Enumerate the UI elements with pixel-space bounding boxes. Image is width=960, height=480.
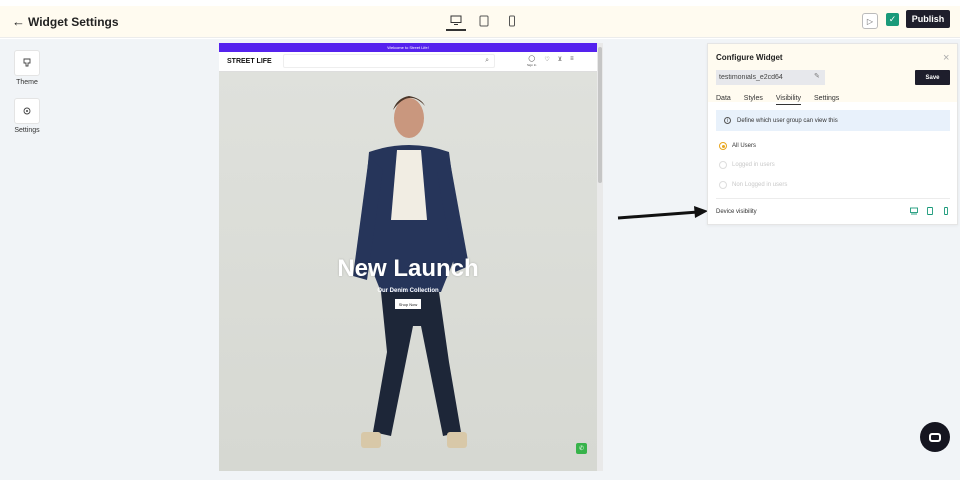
divider <box>716 198 950 199</box>
tab-visibility[interactable]: Visibility <box>775 95 802 105</box>
tablet-view-button[interactable] <box>474 11 494 31</box>
search-icon: ⌕ <box>485 57 489 64</box>
sign-in-link[interactable]: ◯ Sign In <box>527 56 536 68</box>
heart-icon[interactable]: ♡ <box>544 56 549 68</box>
info-text: Define which user group can view this <box>737 117 838 124</box>
desktop-view-button[interactable] <box>446 11 466 31</box>
device-visibility-toggles <box>910 207 950 215</box>
publish-button[interactable]: Publish <box>906 10 950 28</box>
sign-in-label: Sign In <box>527 63 537 67</box>
radio-all-users[interactable]: All Users <box>719 142 756 150</box>
preview-play-button[interactable]: ▷ <box>862 13 878 29</box>
desktop-icon <box>450 15 462 25</box>
settings-tool-label: Settings <box>14 127 40 134</box>
mobile-icon[interactable] <box>942 207 950 215</box>
chat-button[interactable] <box>920 422 950 452</box>
announcement-bar: Welcome to Street Life! <box>219 43 597 52</box>
tab-settings[interactable]: Settings <box>814 95 839 105</box>
mobile-view-button[interactable] <box>502 11 522 31</box>
radio-logged-in-users[interactable]: Logged in users <box>719 161 775 169</box>
hero-title: New Launch <box>337 255 479 282</box>
radio-label: Non Logged in users <box>732 182 788 188</box>
pencil-icon[interactable]: ✎ <box>814 72 820 80</box>
hero-subtitle: Our Denim Collection <box>377 288 439 294</box>
preview-scrollbar[interactable] <box>597 43 603 471</box>
settings-tool-button[interactable] <box>14 98 40 124</box>
page-title: Widget Settings <box>28 15 119 29</box>
store-search-bar[interactable]: ⌕ <box>283 54 495 68</box>
tab-styles[interactable]: Styles <box>744 95 763 105</box>
theme-tool-label: Theme <box>16 79 38 86</box>
radio-icon <box>719 161 727 169</box>
play-icon: ▷ <box>866 16 874 26</box>
widget-name-field[interactable] <box>716 70 825 85</box>
site-preview[interactable]: Welcome to Street Life! STREET LIFE ⌕ ◯ … <box>219 43 597 471</box>
radio-label: Logged in users <box>732 162 775 168</box>
top-bar: ← Widget Settings ▷ ✓ Publish <box>0 6 960 38</box>
configure-widget-panel: Configure Widget × ✎ Save Data Styles Vi… <box>707 43 958 225</box>
info-banner: i Define which user group can view this <box>716 110 950 131</box>
device-switcher <box>446 11 522 31</box>
cart-icon[interactable]: ⊻ <box>558 56 562 68</box>
info-icon: i <box>724 117 731 124</box>
annotation-arrow-icon <box>617 206 708 220</box>
mobile-icon <box>509 15 515 27</box>
chat-icon <box>929 432 941 442</box>
brush-icon <box>23 58 31 67</box>
panel-title: Configure Widget <box>716 53 783 62</box>
radio-label: All Users <box>732 143 757 149</box>
shop-now-button[interactable]: Shop Now <box>395 299 421 309</box>
store-header: STREET LIFE ⌕ ◯ Sign In ♡ ⊻ ≡ <box>219 52 597 72</box>
store-logo[interactable]: STREET LIFE <box>227 58 272 65</box>
menu-icon[interactable]: ≡ <box>570 56 574 68</box>
theme-tool-button[interactable] <box>14 50 40 76</box>
desktop-icon[interactable] <box>910 207 918 215</box>
back-arrow-icon[interactable]: ← <box>12 14 25 29</box>
save-button[interactable]: Save <box>915 70 950 85</box>
radio-icon <box>719 181 727 189</box>
store-header-icons: ◯ Sign In ♡ ⊻ ≡ <box>527 56 574 68</box>
tab-data[interactable]: Data <box>716 95 731 105</box>
autosave-check-button[interactable]: ✓ <box>886 13 899 26</box>
whatsapp-icon[interactable]: ✆ <box>576 443 587 454</box>
check-icon: ✓ <box>888 14 897 24</box>
radio-selected-icon <box>719 142 727 150</box>
scroll-thumb[interactable] <box>598 47 602 183</box>
gear-icon <box>23 107 31 115</box>
close-icon[interactable]: × <box>943 52 949 64</box>
panel-tabs: Data Styles Visibility Settings <box>716 95 839 105</box>
device-visibility-label: Device visibility <box>716 209 757 215</box>
tablet-icon[interactable] <box>926 207 934 215</box>
tablet-icon <box>479 15 489 27</box>
radio-non-logged-in-users[interactable]: Non Logged in users <box>719 181 787 189</box>
